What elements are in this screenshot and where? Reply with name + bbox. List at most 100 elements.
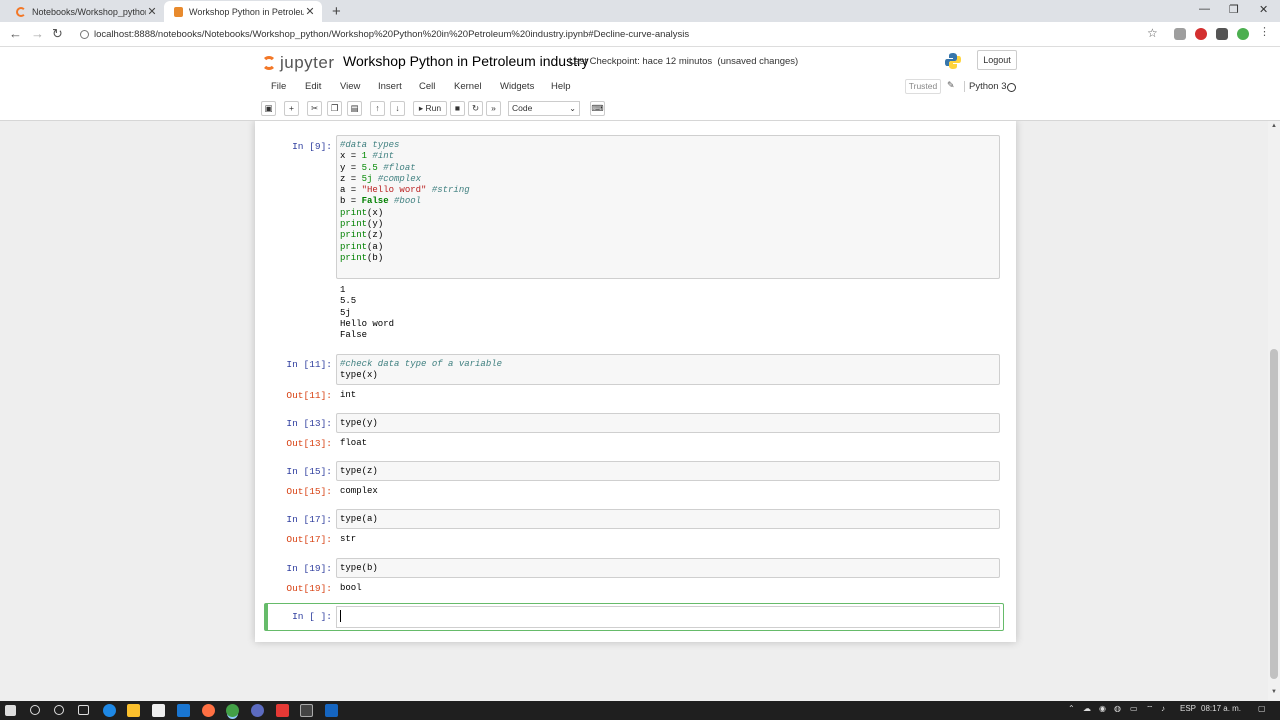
volume-icon[interactable]: ♪ [1161, 704, 1165, 713]
tray-icon[interactable]: ☁ [1083, 704, 1091, 713]
window-close-button[interactable]: ✕ [1259, 3, 1268, 16]
tab-workshop[interactable]: Workshop Python in Petroleum industr ✕ [164, 1, 322, 22]
logout-button[interactable]: Logout [977, 50, 1017, 70]
code-text: (a) [367, 241, 384, 252]
forward-button[interactable]: → [31, 26, 44, 41]
extension-icon[interactable] [1174, 28, 1186, 40]
store-icon[interactable] [152, 704, 165, 717]
move-up-icon[interactable]: ↑ [370, 101, 385, 116]
menu-widgets[interactable]: Widgets [500, 81, 534, 92]
notifications-icon[interactable]: ▢ [1258, 704, 1266, 713]
page-scrollbar[interactable]: ▲ ▼ [1268, 121, 1280, 701]
info-icon[interactable] [80, 30, 89, 39]
tray-chevron-icon[interactable]: ⌃ [1068, 704, 1075, 713]
menu-view[interactable]: View [340, 81, 360, 92]
code-number: 5.5 [361, 162, 378, 173]
jupyter-logo[interactable]: jupyter [262, 53, 335, 73]
app-icon[interactable] [251, 704, 264, 717]
move-down-icon[interactable]: ↓ [390, 101, 405, 116]
cortana-icon[interactable] [54, 705, 64, 715]
edge-icon[interactable] [103, 704, 116, 717]
code-cell-input[interactable]: type(z) [336, 461, 1000, 481]
firefox-icon[interactable] [202, 704, 215, 717]
save-icon[interactable]: ▣ [261, 101, 276, 116]
code-line: print(a) [340, 242, 996, 253]
menu-kernel[interactable]: Kernel [454, 81, 481, 92]
code-cell-input[interactable] [336, 606, 1000, 628]
code-text: b = [340, 196, 362, 207]
bookmark-star-icon[interactable]: ☆ [1147, 26, 1158, 40]
code-line: #data types [340, 140, 996, 151]
back-button[interactable]: ← [9, 26, 22, 41]
reload-button[interactable]: ↻ [52, 26, 63, 42]
url-text: localhost:8888/notebooks/Notebooks/Works… [94, 29, 690, 40]
network-icon[interactable]: ⌔ [1146, 704, 1154, 714]
menu-cell[interactable]: Cell [419, 81, 435, 92]
trusted-indicator[interactable]: Trusted [905, 79, 941, 94]
output-line: Hello word [340, 318, 395, 329]
code-text: type(b) [340, 563, 378, 573]
kernel-name[interactable]: Python 3 [964, 81, 1007, 92]
tray-icon[interactable]: ◍ [1114, 704, 1121, 713]
scroll-up-icon[interactable]: ▲ [1271, 123, 1277, 129]
code-cell-input[interactable]: type(a) [336, 509, 1000, 529]
code-cell-input[interactable]: #check data type of a variable type(x) [336, 354, 1000, 385]
add-cell-icon[interactable]: + [284, 101, 299, 116]
code-line: y = 5.5 #float [340, 163, 996, 174]
code-text: (b) [367, 252, 384, 263]
text-cursor [340, 610, 341, 622]
restart-icon[interactable]: ↻ [468, 101, 483, 116]
new-tab-button[interactable]: + [332, 3, 341, 20]
code-text: x = [340, 151, 362, 162]
notebook-name[interactable]: Workshop Python in Petroleum industry [343, 53, 589, 69]
copy-icon[interactable]: ❐ [327, 101, 342, 116]
adblock-icon[interactable] [1195, 28, 1207, 40]
keyboard-icon[interactable]: ⌨ [590, 101, 605, 116]
menu-help[interactable]: Help [551, 81, 571, 92]
checkpoint-info: Last Checkpoint: hace 12 minutos (unsave… [569, 56, 798, 67]
checkpoint-text: Last Checkpoint: hace 12 minutos [569, 56, 713, 67]
tab-notebooks[interactable]: Notebooks/Workshop_python/ ✕ [6, 1, 164, 22]
scroll-down-icon[interactable]: ▼ [1271, 689, 1277, 695]
browser-tab-bar: Notebooks/Workshop_python/ ✕ Workshop Py… [0, 0, 1280, 22]
windows-start-icon[interactable] [5, 705, 16, 716]
code-cell-input[interactable]: #data types x = 1 #int y = 5.5 #float z = 5… [336, 135, 1000, 279]
run-button[interactable]: ▸ Run [413, 101, 447, 116]
search-icon[interactable] [30, 705, 40, 715]
profile-icon[interactable] [1237, 28, 1249, 40]
code-comment: #string [426, 185, 470, 196]
python-logo-icon [945, 53, 961, 69]
interrupt-icon[interactable]: ■ [450, 101, 465, 116]
minimize-button[interactable]: — [1199, 3, 1210, 15]
language-indicator[interactable]: ESP [1180, 704, 1196, 713]
paste-icon[interactable]: ▤ [347, 101, 362, 116]
restart-run-all-icon[interactable]: » [486, 101, 501, 116]
menu-edit[interactable]: Edit [305, 81, 321, 92]
code-cell-input[interactable]: type(b) [336, 558, 1000, 578]
edit-pencil-icon[interactable]: ✎ [947, 80, 955, 91]
battery-icon[interactable]: ▭ [1130, 704, 1138, 713]
restore-button[interactable]: ❐ [1229, 3, 1239, 16]
menu-dots-icon[interactable]: ⋮ [1259, 25, 1271, 38]
task-view-icon[interactable] [78, 705, 89, 715]
menu-insert[interactable]: Insert [378, 81, 402, 92]
code-cell-input[interactable]: type(y) [336, 413, 1000, 433]
scrollbar-thumb[interactable] [1270, 349, 1278, 679]
chrome-icon[interactable] [226, 704, 239, 717]
tab-close-icon[interactable]: ✕ [146, 5, 158, 18]
tab-close-icon[interactable]: ✕ [304, 5, 316, 18]
input-prompt: In [13]: [286, 418, 332, 429]
zoom-icon[interactable] [325, 704, 338, 717]
cut-icon[interactable]: ✂ [307, 101, 322, 116]
cell-type-select[interactable]: Code ⌄ [508, 101, 580, 116]
menu-file[interactable]: File [271, 81, 286, 92]
puzzle-icon[interactable] [1216, 28, 1228, 40]
file-explorer-icon[interactable] [127, 704, 140, 717]
tray-icon[interactable]: ◉ [1099, 704, 1106, 713]
code-line: a = "Hello word" #string [340, 185, 996, 196]
brave-icon[interactable] [276, 704, 289, 717]
terminal-icon[interactable] [300, 704, 313, 717]
url-field[interactable]: localhost:8888/notebooks/Notebooks/Works… [78, 26, 1168, 43]
clock[interactable]: 08:17 a. m. [1201, 704, 1241, 713]
mail-icon[interactable] [177, 704, 190, 717]
